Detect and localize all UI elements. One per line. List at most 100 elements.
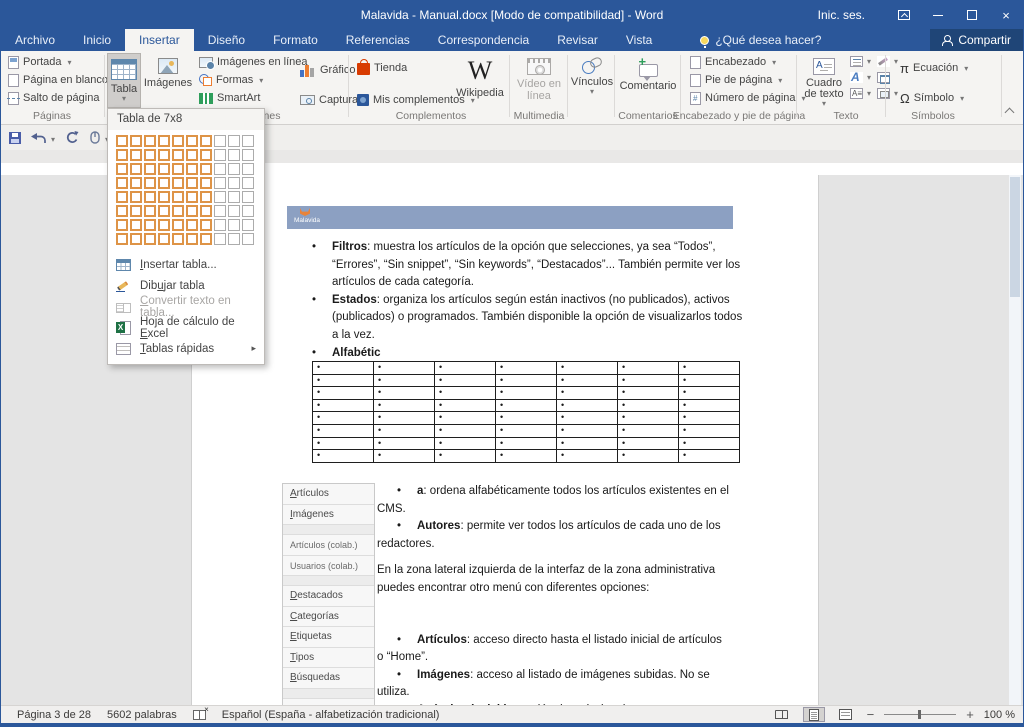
grid-cell-8x1[interactable] (116, 233, 128, 245)
grid-cell-6x2[interactable] (130, 205, 142, 217)
vertical-scrollbar[interactable] (1009, 175, 1021, 705)
grid-cell-4x10[interactable] (242, 177, 254, 189)
menu-item-insertar-tabla[interactable]: Insertar tabla... (108, 254, 264, 275)
print-layout-button[interactable] (803, 707, 825, 722)
pie-de-pagina-button[interactable]: Pie de página (687, 71, 809, 89)
grid-cell-7x8[interactable] (214, 219, 226, 231)
grid-cell-7x5[interactable] (172, 219, 184, 231)
grid-cell-6x8[interactable] (214, 205, 226, 217)
grid-cell-7x10[interactable] (242, 219, 254, 231)
grid-cell-3x7[interactable] (200, 163, 212, 175)
redo-button[interactable] (65, 131, 79, 144)
grid-cell-4x5[interactable] (172, 177, 184, 189)
grid-cell-3x10[interactable] (242, 163, 254, 175)
tab-revisar[interactable]: Revisar (543, 29, 612, 51)
menu-item-convertir-texto-en-tabla[interactable]: Convertir texto en tabla... (108, 296, 264, 317)
numero-de-pagina-button[interactable]: Número de página (687, 89, 809, 107)
date-time-button[interactable] (877, 71, 898, 83)
comentario-button[interactable]: Comentario (617, 53, 679, 108)
grid-cell-2x8[interactable] (214, 149, 226, 161)
object-button[interactable] (877, 87, 898, 99)
tab-inicio[interactable]: Inicio (69, 29, 125, 51)
grid-cell-2x9[interactable] (228, 149, 240, 161)
menu-item-tablas-rapidas[interactable]: Tablas rápidas▸ (108, 338, 264, 359)
grid-cell-2x7[interactable] (200, 149, 212, 161)
ecuacion-button[interactable]: πEcuación (897, 59, 971, 77)
undo-button[interactable] (31, 129, 55, 147)
zoom-level[interactable]: 100 % (984, 709, 1015, 721)
grid-cell-5x10[interactable] (242, 191, 254, 203)
grid-cell-1x8[interactable] (214, 135, 226, 147)
menu-item-hoja-de-calculo-de-excel[interactable]: Hoja de cálculo de Excel (108, 317, 264, 338)
grid-cell-4x1[interactable] (116, 177, 128, 189)
grid-cell-1x7[interactable] (200, 135, 212, 147)
imagenes-en-linea-button[interactable]: Imágenes en línea (196, 53, 311, 71)
grid-cell-3x5[interactable] (172, 163, 184, 175)
grid-cell-4x9[interactable] (228, 177, 240, 189)
grid-cell-7x9[interactable] (228, 219, 240, 231)
share-button[interactable]: Compartir (930, 29, 1023, 51)
tab-archivo[interactable]: Archivo (1, 29, 69, 51)
grid-cell-4x4[interactable] (158, 177, 170, 189)
language-indicator[interactable]: Español (España - alfabetización tradici… (222, 709, 440, 721)
grid-cell-5x6[interactable] (186, 191, 198, 203)
grid-cell-3x6[interactable] (186, 163, 198, 175)
save-button[interactable] (9, 132, 21, 144)
grid-cell-2x3[interactable] (144, 149, 156, 161)
grid-cell-6x10[interactable] (242, 205, 254, 217)
zoom-slider-thumb[interactable] (918, 710, 921, 719)
grid-cell-8x9[interactable] (228, 233, 240, 245)
grid-cell-8x7[interactable] (200, 233, 212, 245)
grid-cell-8x8[interactable] (214, 233, 226, 245)
grid-cell-2x4[interactable] (158, 149, 170, 161)
grid-cell-4x8[interactable] (214, 177, 226, 189)
grid-cell-6x3[interactable] (144, 205, 156, 217)
formas-button[interactable]: Formas (196, 71, 311, 89)
tabla-button[interactable]: Tabla ▾ (107, 53, 141, 108)
grid-cell-6x5[interactable] (172, 205, 184, 217)
grid-cell-8x6[interactable] (186, 233, 198, 245)
grid-cell-1x9[interactable] (228, 135, 240, 147)
grid-cell-5x3[interactable] (144, 191, 156, 203)
grid-cell-3x9[interactable] (228, 163, 240, 175)
salto-de-pagina-button[interactable]: Salto de página (5, 89, 111, 107)
close-button[interactable]: × (989, 1, 1023, 29)
grid-cell-3x4[interactable] (158, 163, 170, 175)
grid-cell-2x1[interactable] (116, 149, 128, 161)
grid-cell-6x6[interactable] (186, 205, 198, 217)
grid-cell-5x7[interactable] (200, 191, 212, 203)
scrollbar-thumb[interactable] (1010, 177, 1020, 297)
zoom-out-button[interactable]: − (867, 710, 875, 720)
tell-me-box[interactable]: ¿Qué desea hacer? (700, 29, 821, 51)
grid-cell-6x4[interactable] (158, 205, 170, 217)
grid-cell-5x1[interactable] (116, 191, 128, 203)
imagenes-button[interactable]: Imágenes (144, 53, 192, 108)
grid-cell-7x4[interactable] (158, 219, 170, 231)
grid-cell-7x6[interactable] (186, 219, 198, 231)
encabezado-button[interactable]: Encabezado (687, 53, 809, 71)
tab-vista[interactable]: Vista (612, 29, 666, 51)
grid-cell-5x9[interactable] (228, 191, 240, 203)
vinculos-button[interactable]: Vínculos ▾ (570, 53, 614, 108)
grid-cell-4x2[interactable] (130, 177, 142, 189)
grid-cell-1x2[interactable] (130, 135, 142, 147)
grid-cell-5x5[interactable] (172, 191, 184, 203)
grid-cell-4x6[interactable] (186, 177, 198, 189)
wikipedia-button[interactable]: W Wikipedia (453, 53, 507, 108)
drop-cap-button[interactable] (850, 87, 871, 99)
grid-cell-8x10[interactable] (242, 233, 254, 245)
video-en-linea-button[interactable]: Vídeo en línea (513, 53, 565, 108)
grid-cell-8x5[interactable] (172, 233, 184, 245)
page-indicator[interactable]: Página 3 de 28 (17, 709, 91, 721)
zoom-slider[interactable] (884, 714, 956, 715)
grid-cell-2x2[interactable] (130, 149, 142, 161)
portada-button[interactable]: Portada (5, 53, 111, 71)
grid-cell-5x2[interactable] (130, 191, 142, 203)
grid-cell-6x9[interactable] (228, 205, 240, 217)
pagina-en-blanco-button[interactable]: Página en blanco (5, 71, 111, 89)
tab-insertar[interactable]: Insertar (125, 29, 194, 51)
proofing-status-icon[interactable] (193, 710, 206, 720)
sign-in-button[interactable]: Inic. ses. (818, 8, 865, 22)
grid-cell-2x5[interactable] (172, 149, 184, 161)
grid-cell-3x8[interactable] (214, 163, 226, 175)
